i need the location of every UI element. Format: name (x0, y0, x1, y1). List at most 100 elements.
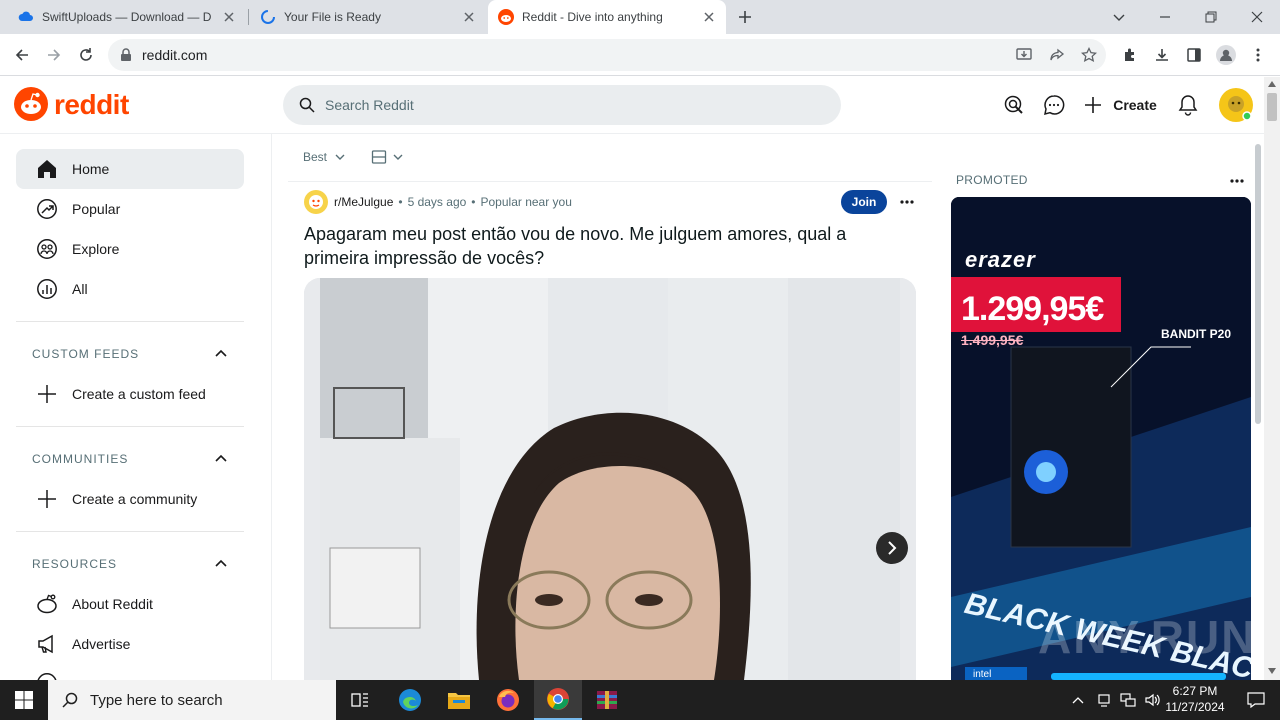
winrar-taskbar-button[interactable] (583, 680, 631, 720)
home-icon (38, 160, 56, 178)
nav-home[interactable]: Home (16, 149, 244, 189)
advertise-link[interactable]: Advertise (16, 624, 244, 664)
notifications-center-button[interactable] (1232, 680, 1280, 720)
ad-target-icon (1004, 95, 1023, 114)
feed-scrollbar[interactable] (1255, 140, 1261, 680)
system-clock[interactable]: 6:27 PM 11/27/2024 (1160, 683, 1230, 715)
file-explorer-taskbar-button[interactable] (435, 680, 483, 720)
post-media[interactable] (304, 278, 916, 680)
next-resource-item-partial[interactable] (36, 672, 58, 680)
restore-button[interactable] (1188, 0, 1234, 34)
view-dropdown[interactable] (371, 149, 403, 165)
chrome-icon (547, 688, 569, 710)
close-icon[interactable] (702, 10, 716, 24)
divider (16, 426, 244, 427)
post-badge: Popular near you (480, 195, 572, 209)
winrar-icon (597, 691, 617, 709)
restore-icon (1205, 11, 1217, 23)
more-horizontal-icon (900, 200, 914, 204)
megaphone-icon (38, 634, 53, 654)
share-icon[interactable] (1049, 47, 1065, 63)
chrome-taskbar-button[interactable] (534, 680, 582, 720)
network-tray-button[interactable] (1116, 680, 1140, 720)
task-view-button[interactable] (336, 680, 384, 720)
arrow-left-icon (15, 49, 28, 61)
tab-title: Reddit - Dive into anything (522, 10, 663, 24)
scroll-thumb[interactable] (1267, 93, 1277, 121)
chevron-down-icon (393, 154, 403, 160)
close-window-button[interactable] (1234, 0, 1280, 34)
scroll-up-arrow-icon[interactable] (1268, 81, 1276, 87)
star-icon[interactable] (1081, 47, 1097, 63)
start-button[interactable] (0, 680, 48, 720)
nav-all[interactable]: All (16, 269, 244, 309)
extensions-button[interactable] (1116, 41, 1144, 69)
side-panel-button[interactable] (1180, 41, 1208, 69)
tab-title: Your File is Ready (284, 10, 381, 24)
subreddit-link[interactable]: r/MeJulgue (334, 195, 393, 209)
taskbar-search-input[interactable]: Type here to search (48, 680, 336, 720)
page-scrollbar[interactable] (1264, 77, 1280, 680)
chat-button[interactable] (1040, 89, 1068, 121)
back-button[interactable] (8, 41, 36, 69)
download-icon (1156, 49, 1168, 61)
url-text: reddit.com (142, 47, 208, 63)
watermark: ANY.RUN (1038, 611, 1257, 663)
resources-header[interactable]: RESOURCES (32, 554, 228, 574)
tab-search-button[interactable] (1096, 0, 1142, 34)
scroll-down-arrow-icon[interactable] (1268, 668, 1276, 674)
nav-label: All (72, 281, 88, 297)
close-icon[interactable] (462, 10, 476, 24)
forward-button[interactable] (40, 41, 68, 69)
tab-reddit[interactable]: Reddit - Dive into anything (488, 0, 726, 34)
cloud-upload-icon (18, 11, 33, 21)
create-post-button[interactable]: Create (1082, 89, 1158, 121)
meta-dot: • (471, 195, 476, 209)
post-overflow-button[interactable] (896, 192, 918, 212)
next-image-button[interactable] (876, 532, 908, 564)
side-panel-icon (1187, 48, 1201, 62)
feed-scroll-thumb[interactable] (1255, 144, 1261, 424)
reddit-wordmark[interactable]: reddit (54, 89, 129, 121)
profile-button[interactable] (1212, 41, 1240, 69)
new-tab-button[interactable] (736, 8, 760, 26)
firefox-taskbar-button[interactable] (484, 680, 532, 720)
post-title[interactable]: Apagaram meu post então vou de novo. Me … (304, 222, 904, 270)
downloads-button[interactable] (1148, 41, 1176, 69)
tab-swiftuploads[interactable]: SwiftUploads — Download — D (8, 0, 246, 34)
create-custom-feed[interactable]: Create a custom feed (16, 374, 244, 414)
notifications-button[interactable] (1174, 89, 1202, 121)
minimize-button[interactable] (1142, 0, 1188, 34)
create-community[interactable]: Create a community (16, 479, 244, 519)
promoted-ad[interactable]: erazer 1.299,95€ 1.499,95€ BANDIT P20 BL… (951, 197, 1251, 680)
tab-your-file[interactable]: Your File is Ready (250, 0, 486, 34)
edge-taskbar-button[interactable] (386, 680, 434, 720)
join-button[interactable]: Join (841, 190, 887, 214)
layout-card-icon (371, 150, 387, 164)
clock-time: 6:27 PM (1172, 684, 1218, 698)
custom-feeds-header[interactable]: CUSTOM FEEDS (32, 344, 228, 364)
windows-logo-icon (15, 691, 33, 709)
subreddit-avatar-icon[interactable] (304, 190, 328, 214)
advertise-button[interactable] (1000, 89, 1028, 121)
menu-button[interactable] (1244, 41, 1272, 69)
nav-explore[interactable]: Explore (16, 229, 244, 269)
section-title: CUSTOM FEEDS (32, 347, 140, 361)
ad-price: 1.299,95€ (961, 290, 1104, 328)
install-app-icon[interactable] (1016, 47, 1032, 63)
communities-header[interactable]: COMMUNITIES (32, 449, 228, 469)
address-bar[interactable]: reddit.com (108, 39, 1106, 71)
more-vertical-icon (1256, 48, 1260, 62)
security-tray-button[interactable] (1092, 680, 1116, 720)
sort-dropdown[interactable]: Best (303, 150, 345, 164)
show-hidden-icons-button[interactable] (1066, 680, 1090, 720)
reload-button[interactable] (72, 41, 100, 69)
reddit-search-input[interactable]: Search Reddit (283, 85, 841, 125)
user-avatar[interactable] (1218, 87, 1254, 123)
promoted-overflow-button[interactable] (1226, 174, 1248, 188)
nav-label: Create a custom feed (72, 386, 206, 402)
nav-popular[interactable]: Popular (16, 189, 244, 229)
network-tray-icon (1098, 694, 1110, 707)
close-icon[interactable] (222, 10, 236, 24)
about-reddit-link[interactable]: About Reddit (16, 584, 244, 624)
